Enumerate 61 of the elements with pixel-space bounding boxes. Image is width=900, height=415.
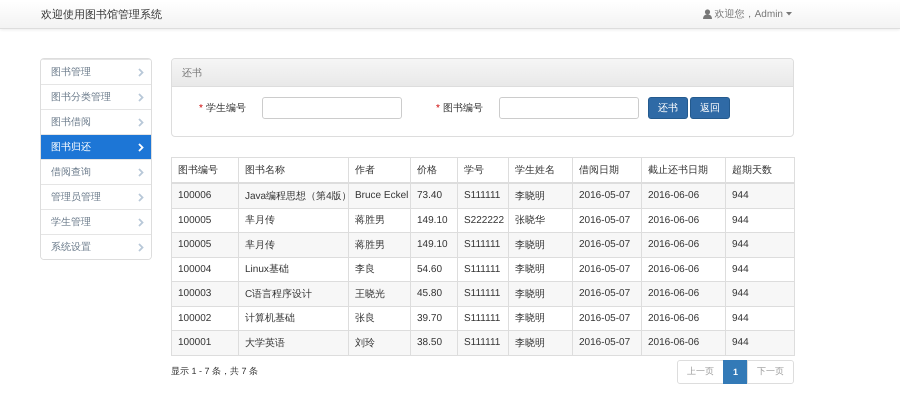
table-cell: 芈月传 (238, 232, 348, 257)
table-cell: 2016-05-07 (572, 183, 642, 208)
chevron-icon (138, 92, 144, 102)
table-cell: 2016-05-07 (572, 282, 642, 306)
table-cell: 45.80 (410, 282, 458, 306)
table-cell: S111111 (458, 232, 508, 257)
table-cell: 2016-06-06 (642, 183, 726, 208)
user-icon (702, 9, 712, 19)
chevron-icon (138, 118, 144, 126)
table-cell: 李晓明 (508, 330, 572, 355)
action-button[interactable]: 还书 (648, 97, 688, 119)
input-field[interactable] (262, 97, 402, 119)
table-cell: 100005 (172, 232, 238, 257)
chevron-icon (138, 218, 144, 226)
user-menu[interactable]: 欢迎您，Admin (714, 7, 783, 21)
chevron-icon (138, 68, 144, 76)
table-cell: S111111 (458, 282, 508, 306)
table-cell: Java编程思想（第4版） (238, 183, 348, 208)
action-button[interactable]: 返回 (690, 97, 730, 119)
table-cell: 944 (726, 183, 794, 208)
table-cell: 149.10 (410, 232, 458, 257)
table-cell: 李晓明 (508, 183, 572, 208)
table-cell: 大学英语 (238, 330, 348, 355)
page-link[interactable]: 下一页 (747, 360, 794, 384)
table-cell: 944 (726, 232, 794, 257)
table-cell: 38.50 (410, 330, 458, 355)
chevron-icon (138, 168, 144, 176)
chevron-icon (138, 242, 144, 252)
table-cell: 2016-05-07 (572, 232, 642, 257)
page-link[interactable]: 上一页 (676, 360, 724, 384)
table-cell: 2016-06-06 (642, 232, 726, 257)
table-cell: 李晓明 (508, 232, 572, 257)
field-label: * 图书编号 (436, 102, 484, 115)
table-cell: 2016-06-06 (642, 330, 726, 355)
app-title: 欢迎使用图书馆管理系统 (41, 8, 162, 22)
table-cell: 王晓光 (348, 282, 410, 306)
table-cell: 100006 (172, 183, 238, 208)
table-cell: 100001 (172, 330, 238, 355)
page-link[interactable]: 1 (722, 360, 748, 384)
table-cell: 刘玲 (348, 330, 410, 355)
table-cell: Bruce Eckel (348, 183, 410, 208)
chevron-icon (138, 142, 144, 152)
table-cell: 944 (726, 330, 794, 355)
table-cell: 944 (726, 282, 794, 306)
table-cell: S111111 (458, 330, 508, 355)
panel-title: 还书 (182, 66, 202, 80)
table-cell: 73.40 (410, 183, 458, 208)
table-cell: 2016-05-07 (572, 330, 642, 355)
table-cell: C语言程序设计 (238, 282, 348, 306)
sidebar-item[interactable]: 系统设置 (41, 234, 151, 259)
caret-icon (786, 12, 792, 16)
record-summary: 显示 1 - 7 条，共 7 条 (171, 365, 258, 378)
table-cell: 100003 (172, 282, 238, 306)
chevron-icon (138, 192, 144, 202)
input-field[interactable] (499, 97, 639, 119)
sidebar-item[interactable]: 图书归还 (41, 134, 151, 159)
field-label: * 学生编号 (199, 102, 247, 115)
table-cell: 2016-06-06 (642, 282, 726, 306)
table-cell: S111111 (458, 183, 508, 208)
table-cell: 蒋胜男 (348, 232, 410, 257)
table-cell: 李晓明 (508, 282, 572, 306)
